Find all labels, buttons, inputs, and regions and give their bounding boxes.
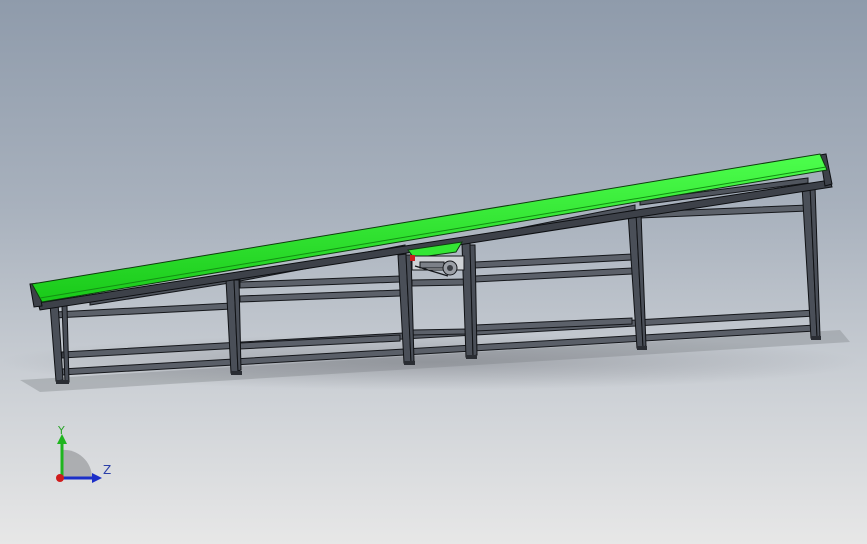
ground-shadow-soft <box>0 334 860 390</box>
belt-edge-line <box>39 166 827 299</box>
conveyor-model[interactable] <box>0 0 867 544</box>
cad-viewport[interactable]: Y Z <box>0 0 867 544</box>
y-axis-label: Y <box>58 424 65 437</box>
belt-frame-side <box>37 179 833 311</box>
z-axis-label: Z <box>103 463 112 477</box>
